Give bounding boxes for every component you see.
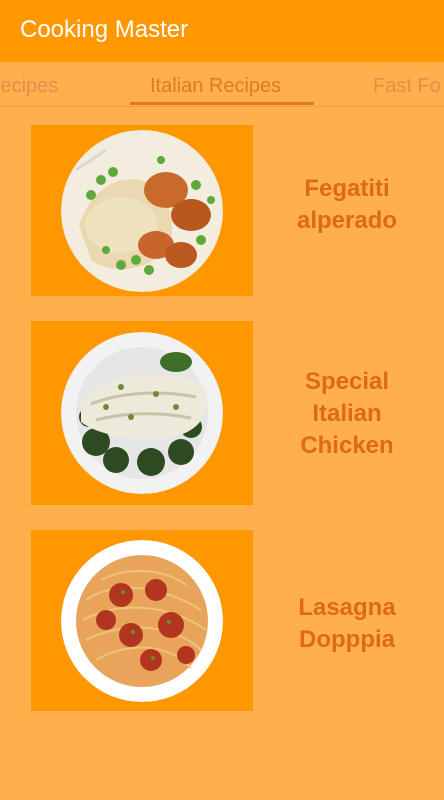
tab-fast-food[interactable]: Fast Fo [373,74,441,98]
recipe-title: Lasagna Dopppia [298,594,396,653]
recipe-title: Fegatiti alperado [296,175,398,234]
tab-indicator [130,102,314,105]
recipe-thumbnail [31,530,253,711]
recipe-title: Special Italian Chicken [300,368,394,459]
recipe-card[interactable]: Fegatiti alperado [0,125,444,296]
tab-italian-recipes[interactable]: Italian Recipes [150,74,281,98]
app-title: Cooking Master [20,16,189,43]
food-image [61,332,223,494]
recipe-thumbnail [31,125,253,296]
recipe-card[interactable]: Lasagna Dopppia [0,530,444,711]
tab-bar: Recipes Italian Recipes Fast Fo [0,62,444,107]
recipe-thumbnail [31,321,253,505]
recipe-card[interactable]: Special Italian Chicken [0,321,444,505]
food-image [61,540,223,702]
app-bar: Cooking Master [0,0,444,62]
food-image [61,130,223,292]
tab-recipes[interactable]: Recipes [0,74,58,98]
